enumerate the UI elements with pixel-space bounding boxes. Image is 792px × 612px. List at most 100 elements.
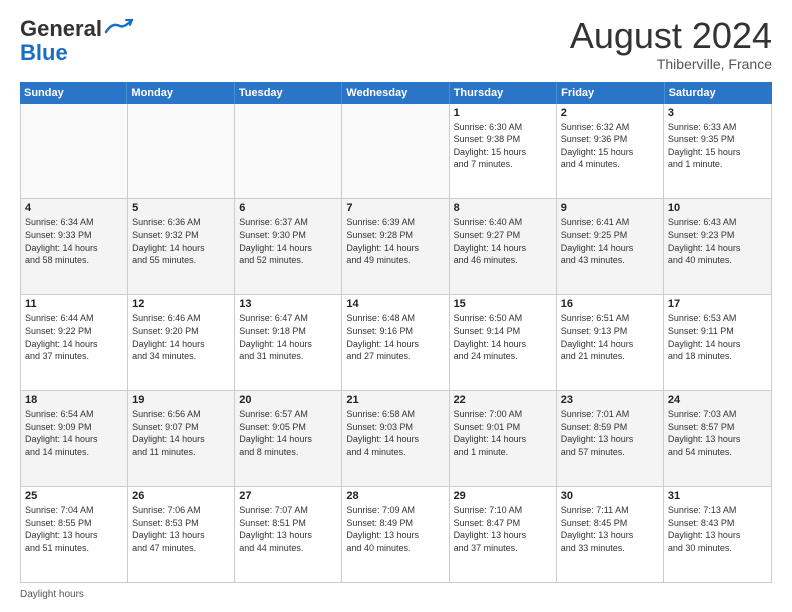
day-number: 22 (454, 394, 552, 406)
calendar-week-1: 1Sunrise: 6:30 AMSunset: 9:38 PMDaylight… (21, 104, 771, 200)
calendar-cell: 31Sunrise: 7:13 AMSunset: 8:43 PMDayligh… (664, 487, 771, 582)
cell-info: Sunrise: 7:09 AMSunset: 8:49 PMDaylight:… (346, 504, 444, 554)
cell-info: Sunrise: 6:32 AMSunset: 9:36 PMDaylight:… (561, 121, 659, 171)
calendar-cell: 8Sunrise: 6:40 AMSunset: 9:27 PMDaylight… (450, 199, 557, 294)
cell-info: Sunrise: 6:33 AMSunset: 9:35 PMDaylight:… (668, 121, 767, 171)
cell-info: Sunrise: 6:46 AMSunset: 9:20 PMDaylight:… (132, 312, 230, 362)
calendar-cell: 24 Sunrise: 7:03 AMSunset: 8:57 PMDayligh… (664, 391, 771, 486)
header-friday: Friday (557, 82, 664, 104)
calendar-cell: 9Sunrise: 6:41 AMSunset: 9:25 PMDaylight… (557, 199, 664, 294)
calendar-cell: 6Sunrise: 6:37 AMSunset: 9:30 PMDaylight… (235, 199, 342, 294)
day-number: 18 (25, 394, 123, 406)
calendar-cell (21, 104, 128, 199)
calendar-cell: 2 Sunrise: 6:32 AMSunset: 9:36 PMDaylight… (557, 104, 664, 199)
calendar-cell (342, 104, 449, 199)
calendar-cell: 25 Sunrise: 7:04 AMSunset: 8:55 PMDayligh… (21, 487, 128, 582)
day-number: 16 (561, 298, 659, 310)
calendar-cell: 4Sunrise: 6:34 AMSunset: 9:33 PMDaylight… (21, 199, 128, 294)
day-number: 17 (668, 298, 767, 310)
calendar-body: 1Sunrise: 6:30 AMSunset: 9:38 PMDaylight… (20, 104, 772, 583)
header-sunday: Sunday (20, 82, 127, 104)
logo: General Blue (20, 16, 134, 66)
day-number: 5 (132, 202, 230, 214)
day-number: 23 (561, 394, 659, 406)
day-number: 27 (239, 490, 337, 502)
location: Thiberville, France (570, 56, 772, 72)
calendar-cell: 23 Sunrise: 7:01 AMSunset: 8:59 PMDayligh… (557, 391, 664, 486)
calendar-cell: 28 Sunrise: 7:09 AMSunset: 8:49 PMDayligh… (342, 487, 449, 582)
day-number: 13 (239, 298, 337, 310)
cell-info: Sunrise: 6:39 AMSunset: 9:28 PMDaylight:… (346, 216, 444, 266)
daylight-label: Daylight hours (20, 589, 84, 600)
footer: Daylight hours (20, 589, 772, 600)
day-number: 1 (454, 107, 552, 119)
day-number: 26 (132, 490, 230, 502)
calendar-cell: 10 Sunrise: 6:43 AMSunset: 9:23 PMDayligh… (664, 199, 771, 294)
cell-info: Sunrise: 6:51 AMSunset: 9:13 PMDaylight:… (561, 312, 659, 362)
calendar-cell: 26Sunrise: 7:06 AMSunset: 8:53 PMDayligh… (128, 487, 235, 582)
calendar-cell: 13Sunrise: 6:47 AMSunset: 9:18 PMDayligh… (235, 295, 342, 390)
cell-info: Sunrise: 7:10 AMSunset: 8:47 PMDaylight:… (454, 504, 552, 554)
cell-info: Sunrise: 7:11 AMSunset: 8:45 PMDaylight:… (561, 504, 659, 554)
day-number: 14 (346, 298, 444, 310)
calendar-cell: 7 Sunrise: 6:39 AMSunset: 9:28 PMDaylight… (342, 199, 449, 294)
logo-blue-text: Blue (20, 40, 68, 66)
day-number: 30 (561, 490, 659, 502)
day-number: 3 (668, 107, 767, 119)
calendar-cell: 14 Sunrise: 6:48 AMSunset: 9:16 PMDayligh… (342, 295, 449, 390)
day-number: 28 (346, 490, 444, 502)
calendar-cell: 1Sunrise: 6:30 AMSunset: 9:38 PMDaylight… (450, 104, 557, 199)
calendar-cell: 22 Sunrise: 7:00 AMSunset: 9:01 PMDayligh… (450, 391, 557, 486)
day-number: 7 (346, 202, 444, 214)
cell-info: Sunrise: 6:56 AMSunset: 9:07 PMDaylight:… (132, 408, 230, 458)
cell-info: Sunrise: 6:43 AMSunset: 9:23 PMDaylight:… (668, 216, 767, 266)
calendar-cell: 20Sunrise: 6:57 AMSunset: 9:05 PMDayligh… (235, 391, 342, 486)
cell-info: Sunrise: 7:13 AMSunset: 8:43 PMDaylight:… (668, 504, 767, 554)
header-monday: Monday (127, 82, 234, 104)
month-title: August 2024 (570, 16, 772, 56)
day-number: 29 (454, 490, 552, 502)
header: General Blue August 2024 Thiberville, Fr… (20, 16, 772, 72)
header-tuesday: Tuesday (235, 82, 342, 104)
title-block: August 2024 Thiberville, France (570, 16, 772, 72)
day-number: 15 (454, 298, 552, 310)
cell-info: Sunrise: 6:53 AMSunset: 9:11 PMDaylight:… (668, 312, 767, 362)
cell-info: Sunrise: 6:58 AMSunset: 9:03 PMDaylight:… (346, 408, 444, 458)
day-number: 10 (668, 202, 767, 214)
cell-info: Sunrise: 7:04 AMSunset: 8:55 PMDaylight:… (25, 504, 123, 554)
calendar-cell (235, 104, 342, 199)
calendar-week-4: 18 Sunrise: 6:54 AMSunset: 9:09 PMDayligh… (21, 391, 771, 487)
page: General Blue August 2024 Thiberville, Fr… (0, 0, 792, 612)
cell-info: Sunrise: 7:01 AMSunset: 8:59 PMDaylight:… (561, 408, 659, 458)
day-number: 12 (132, 298, 230, 310)
calendar: Sunday Monday Tuesday Wednesday Thursday… (20, 82, 772, 583)
cell-info: Sunrise: 6:54 AMSunset: 9:09 PMDaylight:… (25, 408, 123, 458)
cell-info: Sunrise: 6:37 AMSunset: 9:30 PMDaylight:… (239, 216, 337, 266)
calendar-cell: 16 Sunrise: 6:51 AMSunset: 9:13 PMDayligh… (557, 295, 664, 390)
day-number: 24 (668, 394, 767, 406)
calendar-cell: 18 Sunrise: 6:54 AMSunset: 9:09 PMDayligh… (21, 391, 128, 486)
calendar-cell: 3 Sunrise: 6:33 AMSunset: 9:35 PMDaylight… (664, 104, 771, 199)
cell-info: Sunrise: 6:44 AMSunset: 9:22 PMDaylight:… (25, 312, 123, 362)
day-number: 8 (454, 202, 552, 214)
calendar-cell: 27 Sunrise: 7:07 AMSunset: 8:51 PMDayligh… (235, 487, 342, 582)
cell-info: Sunrise: 6:48 AMSunset: 9:16 PMDaylight:… (346, 312, 444, 362)
calendar-week-5: 25 Sunrise: 7:04 AMSunset: 8:55 PMDayligh… (21, 487, 771, 582)
day-number: 11 (25, 298, 123, 310)
cell-info: Sunrise: 7:00 AMSunset: 9:01 PMDaylight:… (454, 408, 552, 458)
calendar-cell: 21Sunrise: 6:58 AMSunset: 9:03 PMDayligh… (342, 391, 449, 486)
header-wednesday: Wednesday (342, 82, 449, 104)
cell-info: Sunrise: 7:03 AMSunset: 8:57 PMDaylight:… (668, 408, 767, 458)
day-number: 25 (25, 490, 123, 502)
cell-info: Sunrise: 6:57 AMSunset: 9:05 PMDaylight:… (239, 408, 337, 458)
day-number: 9 (561, 202, 659, 214)
cell-info: Sunrise: 7:07 AMSunset: 8:51 PMDaylight:… (239, 504, 337, 554)
day-number: 19 (132, 394, 230, 406)
calendar-cell: 15 Sunrise: 6:50 AMSunset: 9:14 PMDayligh… (450, 295, 557, 390)
logo-general-text: General (20, 16, 102, 42)
calendar-cell: 30 Sunrise: 7:11 AMSunset: 8:45 PMDayligh… (557, 487, 664, 582)
calendar-cell: 17 Sunrise: 6:53 AMSunset: 9:11 PMDayligh… (664, 295, 771, 390)
day-number: 2 (561, 107, 659, 119)
cell-info: Sunrise: 6:50 AMSunset: 9:14 PMDaylight:… (454, 312, 552, 362)
header-saturday: Saturday (665, 82, 772, 104)
